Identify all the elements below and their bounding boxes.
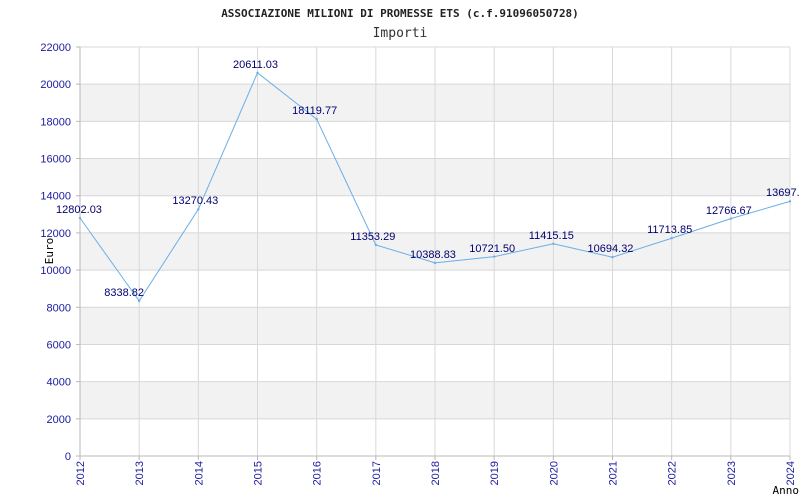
data-label: 10721.50 — [469, 243, 515, 255]
data-point-2017 — [374, 243, 378, 247]
y-tick-label: 6000 — [47, 339, 71, 351]
data-label: 8338.82 — [104, 287, 144, 299]
x-tick-label: 2017 — [371, 461, 383, 485]
data-label: 11415.15 — [529, 230, 574, 242]
x-tick-label: 2020 — [548, 461, 560, 485]
y-axis-title: Euro — [43, 238, 56, 265]
x-tick-label: 2012 — [75, 461, 87, 485]
x-tick-label: 2023 — [726, 461, 738, 485]
data-label: 12802.03 — [56, 204, 102, 216]
chart-title: ASSOCIAZIONE MILIONI DI PROMESSE ETS (c.… — [221, 7, 579, 20]
data-label: 11713.85 — [647, 224, 692, 236]
data-label: 13270.43 — [172, 195, 218, 207]
data-point-2019 — [492, 255, 496, 258]
y-tick-label: 22000 — [40, 42, 71, 54]
data-point-2013 — [137, 299, 141, 303]
data-point-2020 — [552, 242, 555, 245]
data-label: 20611.03 — [233, 59, 278, 71]
y-tick-label: 16000 — [40, 154, 71, 166]
y-tick-label: 14000 — [40, 191, 71, 203]
data-point-2018 — [433, 261, 437, 265]
data-point-2012 — [78, 216, 82, 220]
data-label: 13697.72 — [766, 187, 800, 199]
y-tick-label: 2000 — [47, 414, 71, 426]
data-label: 18119.77 — [292, 105, 337, 117]
line-chart: 0200040006000800010000120001400016000180… — [40, 7, 800, 497]
y-tick-label: 0 — [65, 451, 71, 463]
y-tick-label: 10000 — [40, 265, 71, 277]
x-tick-label: 2015 — [253, 461, 265, 485]
x-axis-title: Anno — [773, 484, 800, 497]
data-point-2016 — [315, 117, 318, 121]
y-tick-label: 4000 — [47, 377, 71, 389]
chart-subtitle: Importi — [373, 26, 428, 41]
y-tick-label: 20000 — [40, 79, 71, 91]
x-tick-label: 2014 — [193, 461, 205, 485]
data-label: 12766.67 — [706, 205, 752, 217]
data-point-2023 — [729, 217, 733, 220]
data-label: 10694.32 — [588, 243, 634, 255]
x-tick-label: 2022 — [667, 461, 679, 485]
x-tick-label: 2018 — [430, 461, 442, 485]
data-point-2015 — [256, 71, 259, 75]
x-tick-label: 2013 — [134, 461, 146, 485]
x-tick-label: 2016 — [312, 461, 324, 485]
data-point-2014 — [197, 208, 200, 211]
x-tick-label: 2021 — [608, 461, 620, 485]
data-point-2021 — [611, 255, 614, 259]
data-point-2022 — [670, 237, 673, 240]
data-point-2024 — [788, 200, 792, 203]
x-tick-label: 2024 — [785, 461, 797, 485]
x-tick-labels: 2012 2013 2014 2015 2016 2017 2018 2019 2020 2021… — [75, 461, 797, 485]
y-tick-label: 18000 — [40, 116, 71, 128]
chart: 0 2000 4000 6000 8000 10000 12000 14000 16000 180… — [0, 0, 800, 500]
y-tick-label: 8000 — [47, 302, 71, 314]
data-label: 10388.83 — [410, 249, 456, 261]
x-tick-label: 2019 — [489, 461, 501, 485]
data-label: 11353.29 — [350, 231, 395, 243]
